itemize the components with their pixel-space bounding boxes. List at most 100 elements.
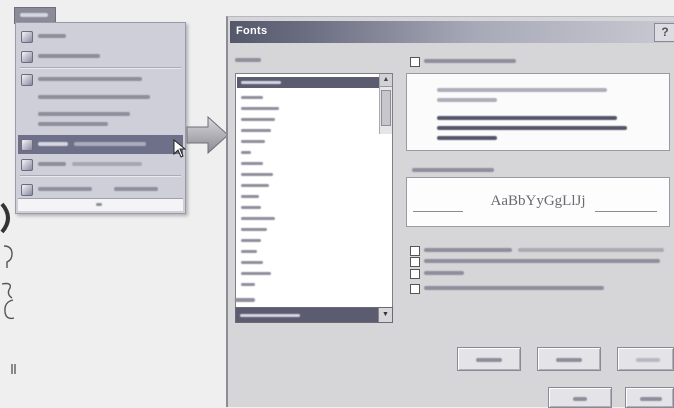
illegible-text (640, 397, 662, 401)
illegible-text (38, 112, 130, 116)
illegible-text (424, 59, 516, 63)
illegible-text (235, 58, 261, 62)
illegible-text (241, 96, 263, 99)
illegible-text (518, 248, 664, 252)
illegible-text (241, 239, 261, 242)
illegible-text (424, 259, 660, 263)
illegible-text (556, 358, 582, 362)
illegible-text (424, 271, 464, 275)
illegible-text (241, 118, 275, 121)
help-icon[interactable]: ? (654, 23, 674, 42)
scroll-up-icon[interactable]: ▲ (380, 74, 392, 87)
illegible-text (241, 81, 281, 84)
illegible-text (424, 286, 604, 290)
scroll-thumb[interactable] (381, 90, 391, 126)
list-item-selected[interactable] (237, 77, 379, 88)
title-bar[interactable]: Fonts ? (230, 21, 674, 43)
illegible-text (437, 126, 627, 130)
illegible-text (20, 13, 48, 17)
illegible-text (74, 142, 146, 146)
dialog-button[interactable] (537, 347, 601, 371)
chevron-down-icon[interactable]: ▼ (378, 308, 392, 322)
illegible-text (241, 195, 259, 198)
font-preview: AaBbYyGgLlJj (406, 177, 670, 227)
checkbox[interactable] (410, 284, 420, 294)
illegible-text (114, 187, 158, 191)
illegible-text (241, 151, 251, 154)
illegible-text (241, 272, 271, 275)
menu-separator (20, 175, 181, 177)
illegible-text (241, 261, 263, 264)
menu-item-icon (21, 51, 33, 63)
illegible-text (241, 184, 269, 187)
cutoff-glyph (3, 245, 13, 268)
illegible-text (72, 162, 142, 166)
menu-item[interactable] (18, 28, 183, 44)
illegible-text (241, 283, 255, 286)
illegible-text (38, 187, 92, 191)
menu-item[interactable] (18, 107, 183, 133)
illegible-text (437, 98, 497, 102)
illegible-text (38, 142, 68, 146)
checkbox[interactable] (410, 246, 420, 256)
size-dropdown[interactable]: ▼ (235, 307, 393, 323)
preview-rule (413, 211, 463, 212)
illegible-text (437, 136, 497, 140)
illegible-text (38, 77, 142, 81)
right-arrow-icon (186, 115, 229, 155)
checkbox[interactable] (410, 257, 420, 267)
illegible-text (437, 88, 607, 92)
illegible-text (38, 95, 150, 99)
ok-button[interactable] (548, 387, 612, 408)
menu-item[interactable] (18, 156, 183, 172)
illegible-text (636, 358, 660, 362)
illegible-text (38, 34, 66, 38)
fonts-dialog: Fonts ? ▲ ▼ AaBbYyGgLlJj (226, 16, 674, 408)
cutoff-glyph (11, 364, 16, 374)
context-menu (15, 22, 186, 214)
menu-item-icon (21, 184, 33, 196)
menu-item-icon (21, 31, 33, 43)
illegible-text (476, 358, 502, 362)
menu-item[interactable] (18, 181, 183, 197)
menu-item[interactable] (18, 89, 183, 105)
illegible-text (437, 116, 617, 120)
checkbox[interactable] (410, 269, 420, 279)
description-box (406, 73, 670, 151)
illegible-text (38, 162, 66, 166)
cutoff-glyph (4, 299, 15, 320)
illegible-text (38, 122, 108, 126)
illegible-text (241, 217, 275, 220)
menu-item-highlighted[interactable] (18, 135, 183, 154)
illegible-text (96, 203, 102, 206)
menu-item[interactable] (18, 48, 183, 64)
illegible-text (424, 248, 512, 252)
illegible-text (240, 314, 300, 317)
illegible-text (235, 298, 255, 302)
illegible-text (241, 162, 263, 165)
font-list[interactable]: ▲ (235, 73, 393, 309)
illegible-text (241, 206, 261, 209)
dialog-button[interactable] (617, 347, 674, 371)
menu-separator (20, 67, 181, 69)
illegible-text (412, 168, 494, 172)
menu-item-icon (21, 74, 33, 86)
illegible-text (241, 140, 265, 143)
illegible-text (573, 397, 587, 401)
menu-item-icon (21, 139, 33, 151)
dialog-button[interactable] (457, 347, 521, 371)
menu-item[interactable] (18, 71, 183, 87)
illegible-text (38, 54, 100, 58)
cutoff-glyph (0, 202, 10, 234)
cancel-button[interactable] (625, 387, 674, 408)
menu-footer (18, 198, 183, 211)
illegible-text (241, 129, 271, 132)
illegible-text (241, 228, 267, 231)
dialog-title: Fonts (236, 25, 268, 37)
illegible-text (241, 250, 257, 253)
illegible-text (241, 173, 273, 176)
illegible-text (241, 107, 279, 110)
cutoff-glyph (1, 282, 13, 299)
checkbox[interactable] (410, 57, 420, 67)
list-scrollbar[interactable]: ▲ (379, 74, 392, 134)
